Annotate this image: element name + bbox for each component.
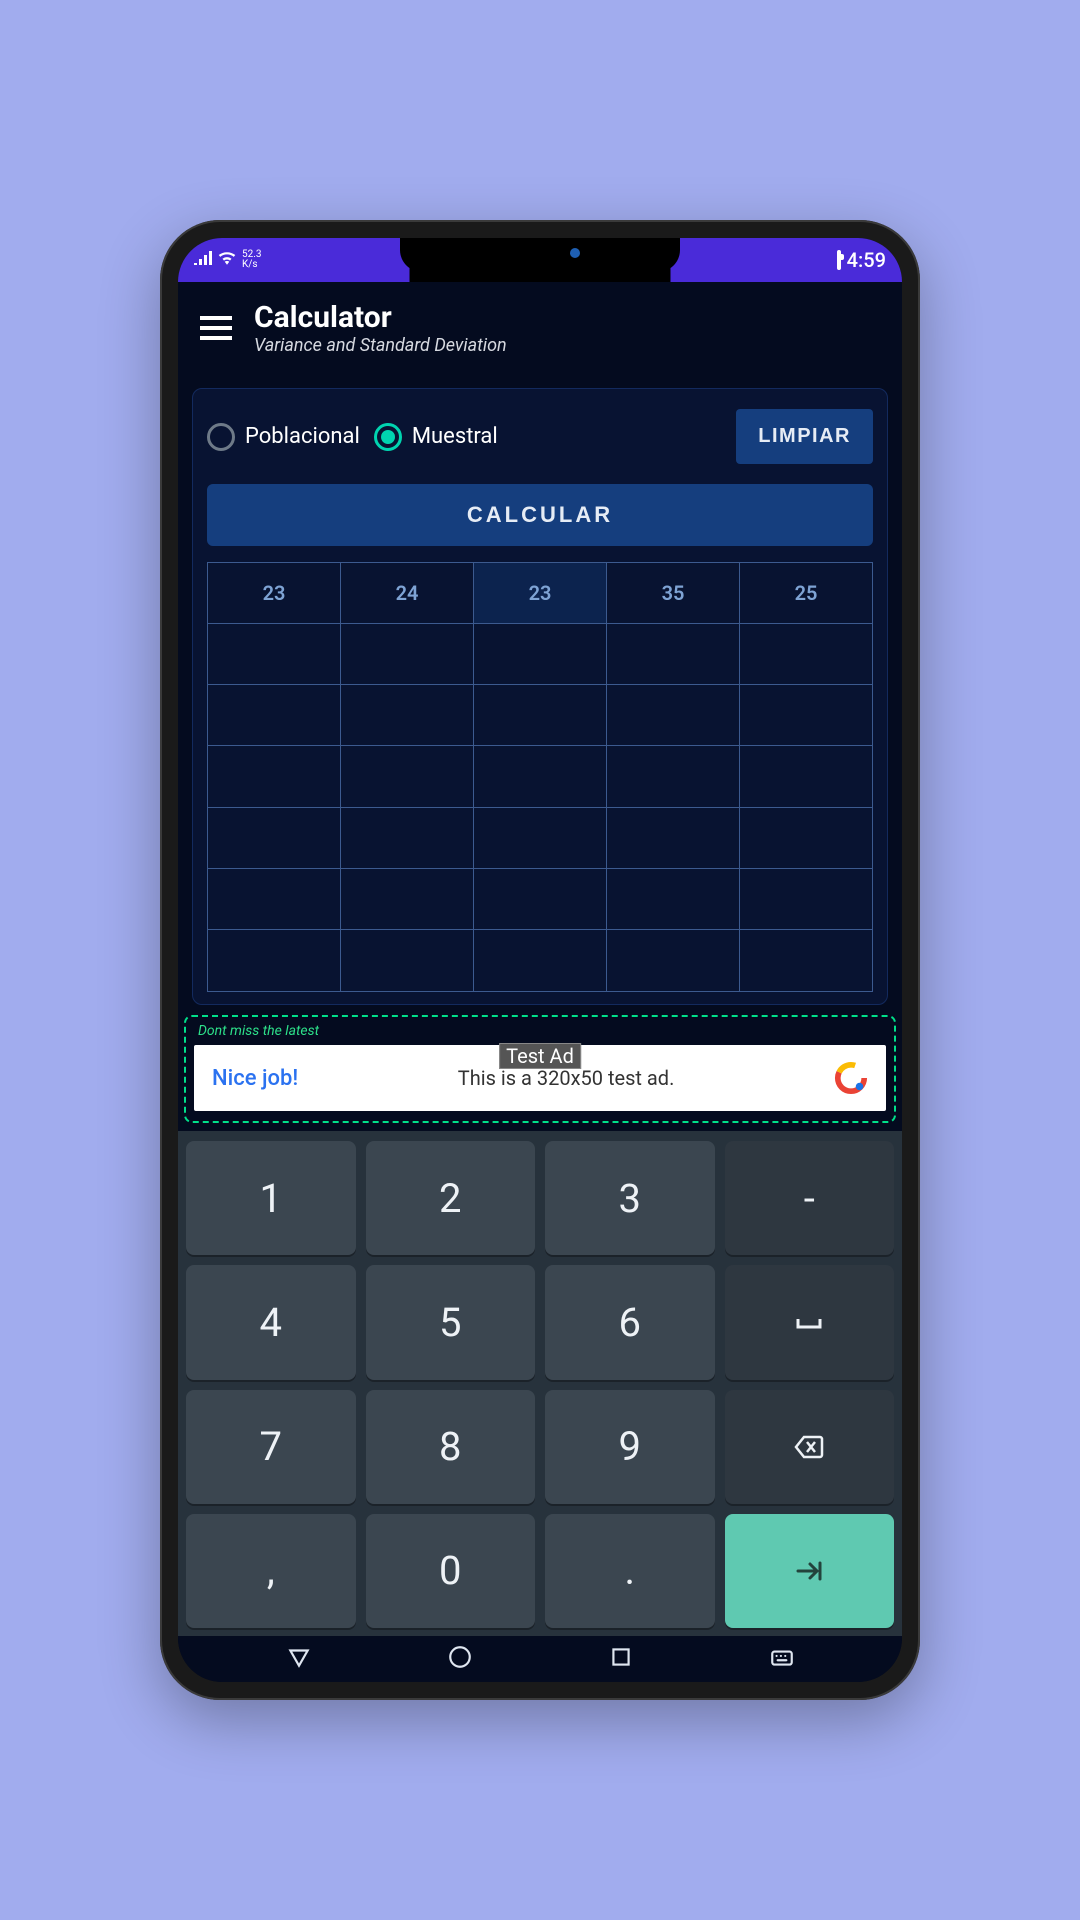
grid-cell[interactable]	[474, 930, 607, 991]
ad-container: Dont miss the latest Test Ad Nice job! T…	[184, 1015, 896, 1123]
key-8[interactable]: 8	[366, 1390, 536, 1504]
grid-row	[208, 808, 872, 869]
grid-row	[208, 685, 872, 746]
grid-cell[interactable]: 35	[607, 563, 740, 624]
page-subtitle: Variance and Standard Deviation	[254, 335, 507, 356]
radio-btn-icon	[374, 423, 402, 451]
data-grid: 2324233525	[207, 562, 873, 992]
grid-row	[208, 624, 872, 685]
radio-btn-icon	[207, 423, 235, 451]
grid-cell[interactable]	[341, 746, 474, 807]
grid-cell[interactable]	[341, 869, 474, 930]
battery-icon	[837, 252, 841, 268]
grid-cell[interactable]	[474, 808, 607, 869]
ad-hint: Dont miss the latest	[194, 1021, 886, 1045]
key-5[interactable]: 5	[366, 1265, 536, 1379]
key-7[interactable]: 7	[186, 1390, 356, 1504]
grid-cell[interactable]	[740, 808, 872, 869]
grid-cell[interactable]	[208, 746, 341, 807]
ad-banner[interactable]: Test Ad Nice job! This is a 320x50 test …	[194, 1045, 886, 1111]
key-minus[interactable]: -	[725, 1141, 895, 1255]
grid-cell[interactable]	[607, 746, 740, 807]
key-3[interactable]: 3	[545, 1141, 715, 1255]
grid-cell[interactable]	[208, 624, 341, 685]
grid-cell[interactable]	[740, 624, 872, 685]
grid-row	[208, 930, 872, 991]
signal-icon	[194, 251, 212, 269]
grid-cell[interactable]	[341, 808, 474, 869]
status-bar: 52.3 K/s 4:59	[178, 238, 902, 282]
key-comma[interactable]: ,	[186, 1514, 356, 1628]
wifi-icon	[218, 251, 236, 269]
android-navbar	[178, 1636, 902, 1682]
grid-cell[interactable]	[607, 930, 740, 991]
nav-recent-icon[interactable]	[608, 1644, 634, 1674]
grid-row	[208, 869, 872, 930]
menu-icon[interactable]	[200, 316, 232, 340]
grid-cell[interactable]: 25	[740, 563, 872, 624]
grid-row: 2324233525	[208, 563, 872, 624]
clear-button[interactable]: LIMPIAR	[736, 409, 873, 464]
status-right: 4:59	[837, 248, 886, 272]
grid-cell[interactable]	[341, 930, 474, 991]
ad-badge: Test Ad	[499, 1043, 581, 1069]
grid-cell[interactable]: 23	[474, 563, 607, 624]
key-0[interactable]: 0	[366, 1514, 536, 1628]
grid-cell[interactable]	[474, 624, 607, 685]
grid-cell[interactable]	[740, 930, 872, 991]
radio-label: Muestral	[412, 424, 498, 449]
grid-cell[interactable]	[474, 685, 607, 746]
key-space[interactable]	[725, 1265, 895, 1379]
status-left: 52.3 K/s	[194, 250, 262, 270]
network-speed: 52.3 K/s	[242, 250, 262, 270]
grid-cell[interactable]	[341, 685, 474, 746]
key-next[interactable]	[725, 1514, 895, 1628]
grid-cell[interactable]	[740, 746, 872, 807]
numeric-keyboard: 123- 456 789,0.	[178, 1131, 902, 1636]
grid-cell[interactable]	[208, 930, 341, 991]
key-backspace[interactable]	[725, 1390, 895, 1504]
key-9[interactable]: 9	[545, 1390, 715, 1504]
grid-cell[interactable]	[208, 808, 341, 869]
key-4[interactable]: 4	[186, 1265, 356, 1379]
grid-cell[interactable]	[474, 869, 607, 930]
grid-cell[interactable]	[607, 869, 740, 930]
key-2[interactable]: 2	[366, 1141, 536, 1255]
key-1[interactable]: 1	[186, 1141, 356, 1255]
ad-text-left: Nice job!	[212, 1066, 298, 1091]
screen: 52.3 K/s 4:59 Calculator Variance and St…	[178, 238, 902, 1682]
key-6[interactable]: 6	[545, 1265, 715, 1379]
calculate-button[interactable]: CALCULAR	[207, 484, 873, 546]
app-header: Calculator Variance and Standard Deviati…	[178, 282, 902, 378]
grid-cell[interactable]	[208, 869, 341, 930]
grid-cell[interactable]	[474, 746, 607, 807]
clock: 4:59	[847, 248, 886, 272]
nav-home-icon[interactable]	[447, 1644, 473, 1674]
header-text: Calculator Variance and Standard Deviati…	[254, 300, 507, 356]
ad-text-main: This is a 320x50 test ad.	[458, 1066, 675, 1090]
notch-camera-dot	[570, 248, 580, 258]
grid-cell[interactable]	[607, 808, 740, 869]
grid-cell[interactable]	[607, 624, 740, 685]
key-period[interactable]: .	[545, 1514, 715, 1628]
radio-poblacional[interactable]: Poblacional	[207, 423, 360, 451]
radio-muestral[interactable]: Muestral	[374, 423, 498, 451]
grid-row	[208, 746, 872, 807]
admob-logo-icon	[834, 1061, 868, 1095]
grid-cell[interactable]: 23	[208, 563, 341, 624]
grid-cell[interactable]	[607, 685, 740, 746]
phone-frame: 52.3 K/s 4:59 Calculator Variance and St…	[160, 220, 920, 1700]
nav-back-icon[interactable]	[286, 1644, 312, 1674]
radio-label: Poblacional	[245, 424, 360, 449]
grid-cell[interactable]: 24	[341, 563, 474, 624]
page-title: Calculator	[254, 300, 507, 335]
main-panel: Poblacional Muestral LIMPIAR CALCULAR 23…	[192, 388, 888, 1005]
grid-cell[interactable]	[740, 869, 872, 930]
grid-cell[interactable]	[208, 685, 341, 746]
grid-cell[interactable]	[740, 685, 872, 746]
options-row: Poblacional Muestral LIMPIAR	[207, 409, 873, 464]
nav-keyboard-icon[interactable]	[769, 1644, 795, 1674]
grid-cell[interactable]	[341, 624, 474, 685]
